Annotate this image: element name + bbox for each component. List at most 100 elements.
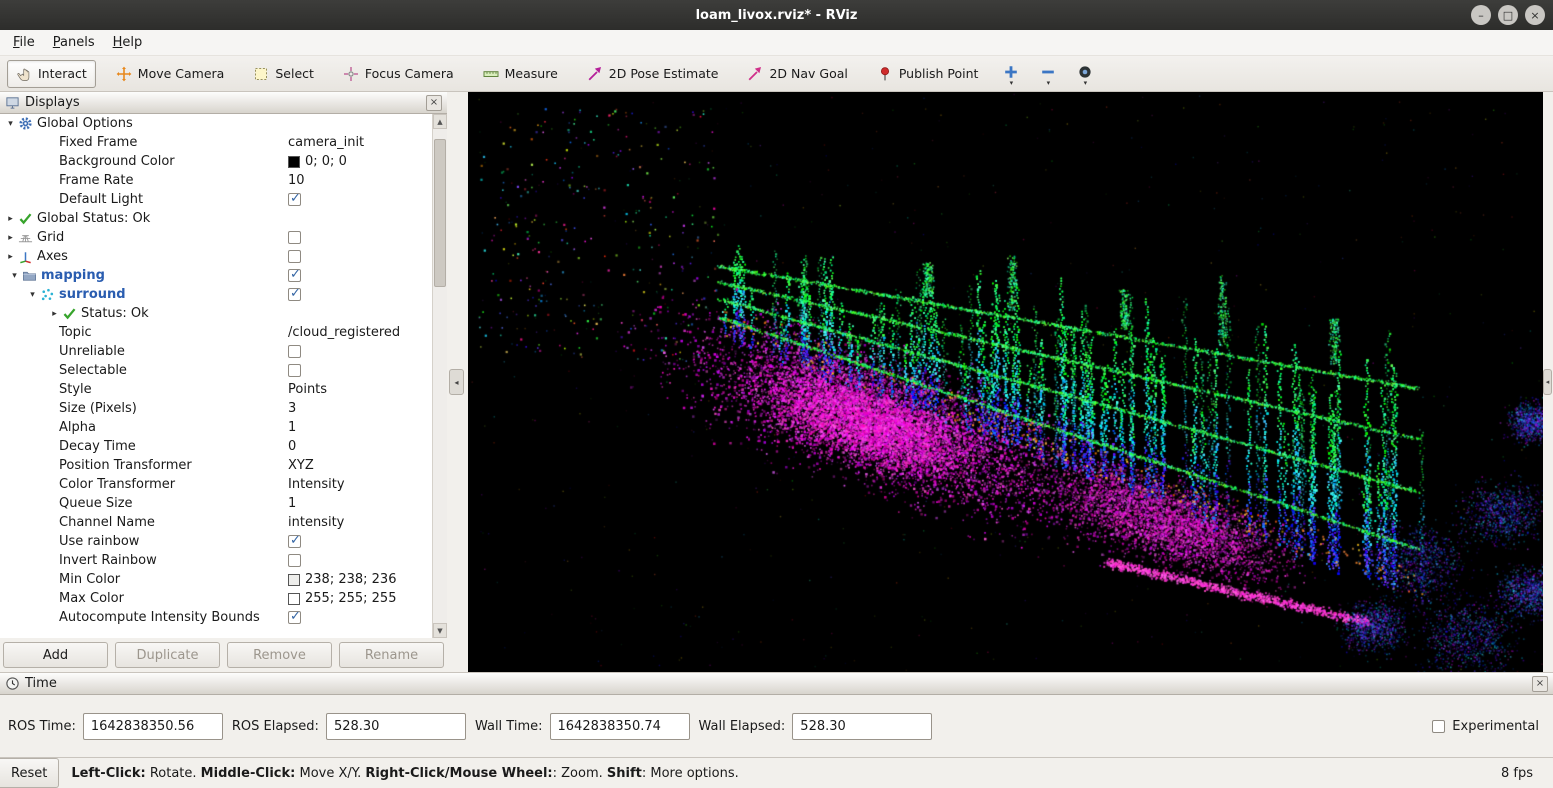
zoom-in-button[interactable]: ▾ — [998, 62, 1024, 86]
tool-measure[interactable]: Measure — [474, 60, 567, 88]
collapse-icon[interactable]: ▾ — [4, 119, 17, 129]
expand-icon[interactable]: ▸ — [4, 214, 17, 224]
tree-row-status-ok[interactable]: ▸Status: Ok — [0, 304, 432, 323]
use-rainbow-checkbox[interactable] — [288, 535, 301, 548]
reset-button[interactable]: Reset — [0, 758, 59, 788]
right-panel-handle[interactable]: ◂ — [1543, 369, 1552, 395]
displays-scrollbar[interactable]: ▲ ▼ — [432, 114, 447, 638]
menu-panels[interactable]: Panels — [44, 32, 104, 53]
tree-row-global-status-ok[interactable]: ▸Global Status: Ok — [0, 209, 432, 228]
tool-publish-point[interactable]: Publish Point — [868, 60, 988, 88]
property-value-default-light[interactable] — [288, 190, 301, 209]
camera-view-button[interactable]: ▾ — [1072, 62, 1098, 86]
property-value-unreliable[interactable] — [288, 342, 301, 361]
time-panel-header[interactable]: Time × — [0, 673, 1553, 695]
property-value-queue-size[interactable]: 1 — [288, 494, 296, 513]
zoom-out-button[interactable]: ▾ — [1035, 62, 1061, 86]
grid-checkbox[interactable] — [288, 231, 301, 244]
wall-elapsed-input[interactable] — [792, 713, 932, 740]
mapping-checkbox[interactable] — [288, 269, 301, 282]
3d-viewport[interactable] — [468, 92, 1543, 672]
tool-move-camera[interactable]: Move Camera — [107, 60, 234, 88]
scroll-down-icon[interactable]: ▼ — [433, 623, 447, 638]
tree-row-grid[interactable]: ▸Grid — [0, 228, 432, 247]
default-light-checkbox[interactable] — [288, 193, 301, 206]
expand-icon[interactable]: ▸ — [4, 252, 17, 262]
property-value-invert-rainbow[interactable] — [288, 551, 301, 570]
property-value-decay-time[interactable]: 0 — [288, 437, 296, 456]
tree-row-global-options[interactable]: ▾Global Options — [0, 114, 432, 133]
menu-help[interactable]: Help — [104, 32, 152, 53]
property-value-size-pixels[interactable]: 3 — [288, 399, 296, 418]
tree-row-surround[interactable]: ▾surround — [0, 285, 432, 304]
invert-rainbow-checkbox[interactable] — [288, 554, 301, 567]
tree-row-autocompute-intensity-bounds[interactable]: Autocompute Intensity Bounds — [0, 608, 432, 627]
panel-splitter[interactable]: ◂ — [447, 92, 468, 672]
property-value-style[interactable]: Points — [288, 380, 327, 399]
collapse-icon[interactable]: ▾ — [8, 271, 21, 281]
tree-row-background-color[interactable]: Background Color0; 0; 0 — [0, 152, 432, 171]
property-value-mapping[interactable] — [288, 266, 301, 285]
titlebar[interactable]: loam_livox.rviz* - RViz – □ × — [0, 0, 1553, 30]
collapse-icon[interactable]: ▾ — [26, 290, 39, 300]
tree-row-max-color[interactable]: Max Color255; 255; 255 — [0, 589, 432, 608]
tree-row-selectable[interactable]: Selectable — [0, 361, 432, 380]
ros-time-input[interactable] — [83, 713, 223, 740]
property-value-frame-rate[interactable]: 10 — [288, 171, 305, 190]
property-value-alpha[interactable]: 1 — [288, 418, 296, 437]
tool-2d-pose-estimate[interactable]: 2D Pose Estimate — [578, 60, 728, 88]
property-value-surround[interactable] — [288, 285, 301, 304]
property-value-axes[interactable] — [288, 247, 301, 266]
wall-time-input[interactable] — [550, 713, 690, 740]
ros-elapsed-input[interactable] — [326, 713, 466, 740]
selectable-checkbox[interactable] — [288, 364, 301, 377]
tree-row-decay-time[interactable]: Decay Time0 — [0, 437, 432, 456]
time-close-icon[interactable]: × — [1532, 676, 1548, 692]
tree-row-use-rainbow[interactable]: Use rainbow — [0, 532, 432, 551]
property-value-grid[interactable] — [288, 228, 301, 247]
property-value-max-color[interactable]: 255; 255; 255 — [288, 589, 396, 608]
minimize-button[interactable]: – — [1471, 5, 1491, 25]
tool-select[interactable]: Select — [244, 60, 323, 88]
duplicate-button[interactable]: Duplicate — [115, 642, 220, 668]
scrollbar-track[interactable] — [433, 129, 447, 623]
tree-row-invert-rainbow[interactable]: Invert Rainbow — [0, 551, 432, 570]
tree-row-topic[interactable]: Topic/cloud_registered — [0, 323, 432, 342]
rename-button[interactable]: Rename — [339, 642, 444, 668]
property-value-position-transformer[interactable]: XYZ — [288, 456, 314, 475]
expand-icon[interactable]: ▸ — [48, 309, 61, 319]
tree-row-size-pixels[interactable]: Size (Pixels)3 — [0, 399, 432, 418]
displays-close-icon[interactable]: × — [426, 95, 442, 111]
add-button[interactable]: Add — [3, 642, 108, 668]
collapse-panel-handle[interactable]: ◂ — [449, 369, 464, 395]
remove-button[interactable]: Remove — [227, 642, 332, 668]
tree-row-position-transformer[interactable]: Position TransformerXYZ — [0, 456, 432, 475]
property-value-channel-name[interactable]: intensity — [288, 513, 344, 532]
unreliable-checkbox[interactable] — [288, 345, 301, 358]
scrollbar-thumb[interactable] — [434, 139, 446, 287]
experimental-checkbox[interactable] — [1432, 720, 1445, 733]
close-button[interactable]: × — [1525, 5, 1545, 25]
property-value-autocompute-intensity-bounds[interactable] — [288, 608, 301, 627]
expand-icon[interactable]: ▸ — [4, 233, 17, 243]
tree-row-min-color[interactable]: Min Color238; 238; 236 — [0, 570, 432, 589]
tree-row-alpha[interactable]: Alpha1 — [0, 418, 432, 437]
axes-checkbox[interactable] — [288, 250, 301, 263]
tree-row-unreliable[interactable]: Unreliable — [0, 342, 432, 361]
displays-panel-header[interactable]: Displays × — [0, 92, 447, 114]
property-value-use-rainbow[interactable] — [288, 532, 301, 551]
tree-row-default-light[interactable]: Default Light — [0, 190, 432, 209]
tree-row-channel-name[interactable]: Channel Nameintensity — [0, 513, 432, 532]
scroll-up-icon[interactable]: ▲ — [433, 114, 447, 129]
tool-focus-camera[interactable]: Focus Camera — [334, 60, 463, 88]
tree-row-color-transformer[interactable]: Color TransformerIntensity — [0, 475, 432, 494]
tool-interact[interactable]: Interact — [7, 60, 96, 88]
autocompute-intensity-bounds-checkbox[interactable] — [288, 611, 301, 624]
pointcloud-canvas[interactable] — [468, 92, 1543, 672]
property-value-selectable[interactable] — [288, 361, 301, 380]
menu-file[interactable]: File — [4, 32, 44, 53]
tree-row-axes[interactable]: ▸Axes — [0, 247, 432, 266]
tool-2d-nav-goal[interactable]: 2D Nav Goal — [738, 60, 856, 88]
property-value-fixed-frame[interactable]: camera_init — [288, 133, 364, 152]
tree-row-frame-rate[interactable]: Frame Rate10 — [0, 171, 432, 190]
